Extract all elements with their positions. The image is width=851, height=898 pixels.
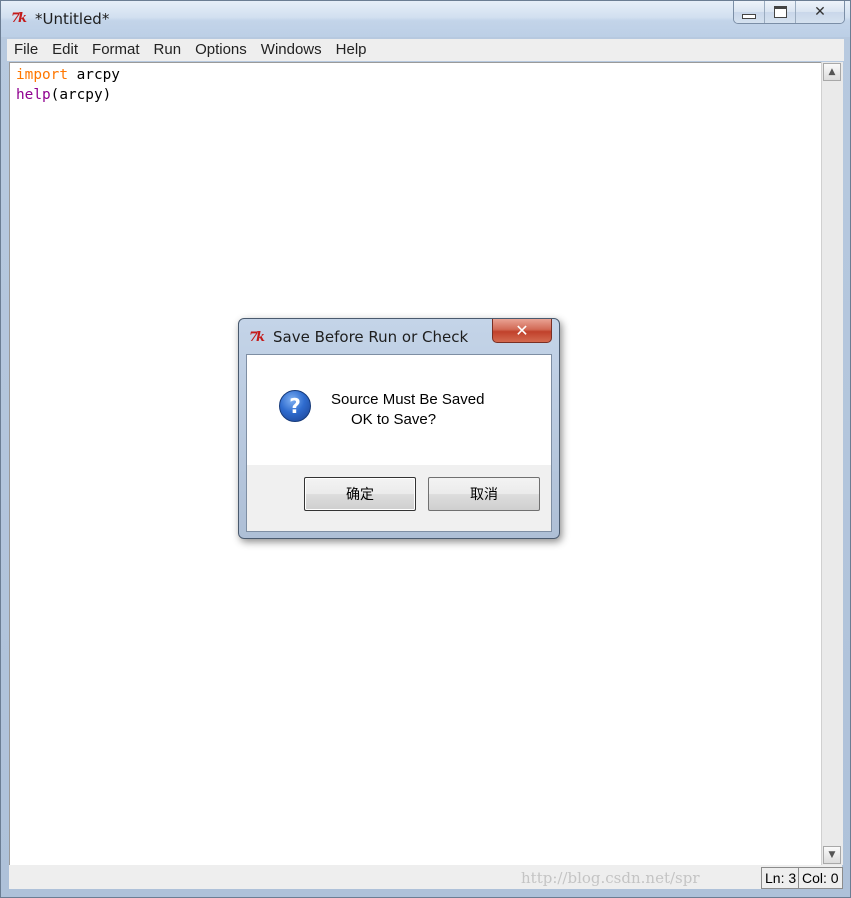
code-builtin: help	[16, 87, 51, 103]
maximize-button[interactable]	[764, 1, 795, 23]
menu-help[interactable]: Help	[329, 39, 374, 61]
arrow-down-icon: ▼	[828, 850, 836, 860]
dialog-body: ? Source Must Be Saved OK to Save? 确定 取消	[246, 354, 552, 532]
status-column: Col: 0	[798, 867, 843, 889]
dialog-title: Save Before Run or Check	[273, 328, 469, 346]
cancel-button[interactable]: 取消	[428, 477, 540, 511]
minimize-button[interactable]	[734, 1, 764, 23]
code-text: (arcpy)	[50, 87, 112, 103]
maximize-icon	[773, 6, 787, 18]
menu-file[interactable]: File	[7, 39, 45, 61]
menu-bar: File Edit Format Run Options Windows Hel…	[7, 39, 844, 61]
tk-feather-icon: 7k	[11, 11, 27, 26]
menu-edit[interactable]: Edit	[45, 39, 85, 61]
status-bar	[9, 865, 842, 889]
code-line: import arcpy	[10, 65, 822, 85]
window-title: *Untitled*	[35, 10, 110, 28]
code-keyword: import	[16, 67, 68, 83]
tk-feather-icon: 7k	[249, 330, 265, 345]
dialog-message-line2: OK to Save?	[351, 411, 437, 428]
scroll-down-button[interactable]: ▼	[823, 846, 841, 864]
menu-windows[interactable]: Windows	[254, 39, 329, 61]
dialog-message-line1: Source Must Be Saved	[331, 391, 485, 408]
menu-format[interactable]: Format	[85, 39, 147, 61]
dialog-message-area: ? Source Must Be Saved OK to Save?	[247, 355, 551, 465]
close-icon: ✕	[814, 4, 826, 20]
vertical-scrollbar[interactable]: ▲ ▼	[821, 62, 843, 865]
watermark-text: http://blog.csdn.net/spr	[521, 869, 700, 887]
menu-options[interactable]: Options	[188, 39, 254, 61]
minimize-icon	[742, 13, 756, 19]
dialog-close-button[interactable]: ✕	[492, 319, 552, 343]
ok-button[interactable]: 确定	[304, 477, 416, 511]
arrow-up-icon: ▲	[828, 67, 836, 77]
code-line: help(arcpy)	[10, 85, 822, 105]
close-button[interactable]: ✕	[795, 1, 844, 23]
question-icon: ?	[279, 390, 311, 422]
status-line: Ln: 3	[761, 867, 801, 889]
save-dialog: 7k Save Before Run or Check ✕ ? Source M…	[238, 318, 560, 539]
caption-buttons: ✕	[733, 1, 845, 24]
question-glyph: ?	[289, 394, 301, 418]
title-bar[interactable]: 7k *Untitled* ✕	[1, 1, 850, 37]
scroll-up-button[interactable]: ▲	[823, 63, 841, 81]
close-icon: ✕	[515, 321, 529, 340]
code-text: arcpy	[67, 67, 120, 83]
menu-run[interactable]: Run	[147, 39, 189, 61]
